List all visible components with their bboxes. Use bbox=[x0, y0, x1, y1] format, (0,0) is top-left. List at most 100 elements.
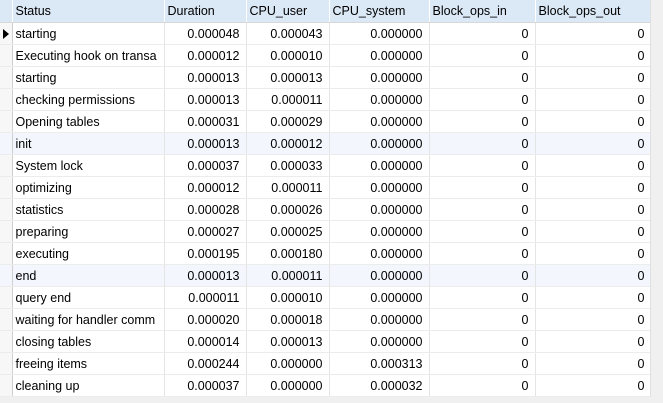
block-ops-out-cell[interactable]: 0 bbox=[535, 176, 652, 199]
column-header-duration[interactable]: Duration bbox=[164, 0, 247, 23]
cpu-system-cell[interactable]: 0.000000 bbox=[329, 22, 430, 45]
table-row[interactable]: Opening tables 0.000031 0.000029 0.000000 0 0 bbox=[0, 110, 652, 133]
duration-cell[interactable]: 0.000037 bbox=[164, 374, 247, 397]
cpu-user-cell[interactable]: 0.000025 bbox=[246, 220, 330, 243]
table-row[interactable]: end 0.000013 0.000011 0.000000 0 0 bbox=[0, 264, 652, 287]
block-ops-out-cell[interactable]: 0 bbox=[535, 374, 652, 397]
table-row[interactable]: checking permissions 0.000013 0.000011 0.00… bbox=[0, 88, 652, 111]
cpu-system-cell[interactable]: 0.000000 bbox=[329, 88, 430, 111]
cpu-system-cell[interactable]: 0.000000 bbox=[329, 242, 430, 265]
status-cell[interactable]: System lock bbox=[12, 154, 165, 177]
duration-cell[interactable]: 0.000011 bbox=[164, 286, 247, 309]
result-grid[interactable]: Status Duration CPU_user CPU_system Bloc… bbox=[0, 0, 663, 403]
cpu-user-cell[interactable]: 0.000010 bbox=[246, 44, 330, 67]
table-row[interactable]: executing 0.000195 0.000180 0.000000 0 0 bbox=[0, 242, 652, 265]
table-row[interactable]: closing tables 0.000014 0.000013 0.000000 0 0 bbox=[0, 330, 652, 353]
block-ops-out-cell[interactable]: 0 bbox=[535, 198, 652, 221]
duration-cell[interactable]: 0.000031 bbox=[164, 110, 247, 133]
cpu-user-cell[interactable]: 0.000011 bbox=[246, 264, 330, 287]
duration-cell[interactable]: 0.000012 bbox=[164, 176, 247, 199]
cpu-user-cell[interactable]: 0.000043 bbox=[246, 22, 330, 45]
row-selector[interactable] bbox=[0, 330, 13, 353]
block-ops-in-cell[interactable]: 0 bbox=[429, 286, 536, 309]
duration-cell[interactable]: 0.000027 bbox=[164, 220, 247, 243]
table-row[interactable]: Executing hook on transa 0.000012 0.000010… bbox=[0, 44, 652, 67]
block-ops-out-cell[interactable]: 0 bbox=[535, 330, 652, 353]
row-selector[interactable] bbox=[0, 242, 13, 265]
cpu-user-cell[interactable]: 0.000026 bbox=[246, 198, 330, 221]
block-ops-out-cell[interactable]: 0 bbox=[535, 66, 652, 89]
row-selector[interactable] bbox=[0, 286, 13, 309]
table-row[interactable]: statistics 0.000028 0.000026 0.000000 0 0 bbox=[0, 198, 652, 221]
block-ops-in-cell[interactable]: 0 bbox=[429, 66, 536, 89]
status-cell[interactable]: starting bbox=[12, 66, 165, 89]
block-ops-in-cell[interactable]: 0 bbox=[429, 110, 536, 133]
table-row[interactable]: query end 0.000011 0.000010 0.000000 0 0 bbox=[0, 286, 652, 309]
cpu-user-cell[interactable]: 0.000010 bbox=[246, 286, 330, 309]
cpu-system-cell[interactable]: 0.000313 bbox=[329, 352, 430, 375]
block-ops-in-cell[interactable]: 0 bbox=[429, 264, 536, 287]
block-ops-in-cell[interactable]: 0 bbox=[429, 198, 536, 221]
block-ops-out-cell[interactable]: 0 bbox=[535, 220, 652, 243]
table-row[interactable]: init 0.000013 0.000012 0.000000 0 0 bbox=[0, 132, 652, 155]
table-row[interactable]: waiting for handler comm 0.000020 0.000018… bbox=[0, 308, 652, 331]
table-row[interactable]: System lock 0.000037 0.000033 0.000000 0 0 bbox=[0, 154, 652, 177]
cpu-user-cell[interactable]: 0.000013 bbox=[246, 66, 330, 89]
status-cell[interactable]: freeing items bbox=[12, 352, 165, 375]
block-ops-in-cell[interactable]: 0 bbox=[429, 352, 536, 375]
column-header-block-ops-out[interactable]: Block_ops_out bbox=[535, 0, 652, 23]
duration-cell[interactable]: 0.000195 bbox=[164, 242, 247, 265]
row-selector[interactable] bbox=[0, 374, 13, 397]
cpu-system-cell[interactable]: 0.000000 bbox=[329, 110, 430, 133]
status-cell[interactable]: query end bbox=[12, 286, 165, 309]
table-row[interactable]: cleaning up 0.000037 0.000000 0.000032 0 0 bbox=[0, 374, 652, 397]
block-ops-in-cell[interactable]: 0 bbox=[429, 44, 536, 67]
duration-cell[interactable]: 0.000244 bbox=[164, 352, 247, 375]
cpu-user-cell[interactable]: 0.000018 bbox=[246, 308, 330, 331]
column-header-block-ops-in[interactable]: Block_ops_in bbox=[429, 0, 536, 23]
cpu-user-cell[interactable]: 0.000011 bbox=[246, 88, 330, 111]
block-ops-out-cell[interactable]: 0 bbox=[535, 154, 652, 177]
row-selector[interactable] bbox=[0, 176, 13, 199]
cpu-system-cell[interactable]: 0.000000 bbox=[329, 308, 430, 331]
status-cell[interactable]: checking permissions bbox=[12, 88, 165, 111]
row-selector-header[interactable] bbox=[0, 0, 13, 23]
cpu-system-cell[interactable]: 0.000000 bbox=[329, 66, 430, 89]
duration-cell[interactable]: 0.000014 bbox=[164, 330, 247, 353]
cpu-system-cell[interactable]: 0.000000 bbox=[329, 44, 430, 67]
duration-cell[interactable]: 0.000028 bbox=[164, 198, 247, 221]
cpu-user-cell[interactable]: 0.000011 bbox=[246, 176, 330, 199]
block-ops-in-cell[interactable]: 0 bbox=[429, 154, 536, 177]
cpu-system-cell[interactable]: 0.000000 bbox=[329, 286, 430, 309]
row-selector[interactable] bbox=[0, 198, 13, 221]
duration-cell[interactable]: 0.000013 bbox=[164, 88, 247, 111]
duration-cell[interactable]: 0.000020 bbox=[164, 308, 247, 331]
cpu-system-cell[interactable]: 0.000032 bbox=[329, 374, 430, 397]
duration-cell[interactable]: 0.000013 bbox=[164, 264, 247, 287]
status-cell[interactable]: optimizing bbox=[12, 176, 165, 199]
block-ops-in-cell[interactable]: 0 bbox=[429, 242, 536, 265]
cpu-system-cell[interactable]: 0.000000 bbox=[329, 198, 430, 221]
cpu-system-cell[interactable]: 0.000000 bbox=[329, 330, 430, 353]
cpu-system-cell[interactable]: 0.000000 bbox=[329, 176, 430, 199]
row-selector[interactable] bbox=[0, 88, 13, 111]
duration-cell[interactable]: 0.000048 bbox=[164, 22, 247, 45]
cpu-user-cell[interactable]: 0.000000 bbox=[246, 352, 330, 375]
block-ops-out-cell[interactable]: 0 bbox=[535, 286, 652, 309]
cpu-user-cell[interactable]: 0.000012 bbox=[246, 132, 330, 155]
duration-cell[interactable]: 0.000037 bbox=[164, 154, 247, 177]
vertical-scrollbar[interactable] bbox=[650, 0, 663, 403]
row-selector[interactable] bbox=[0, 44, 13, 67]
row-selector[interactable] bbox=[0, 22, 13, 45]
block-ops-out-cell[interactable]: 0 bbox=[535, 242, 652, 265]
row-selector[interactable] bbox=[0, 220, 13, 243]
block-ops-in-cell[interactable]: 0 bbox=[429, 330, 536, 353]
cpu-system-cell[interactable]: 0.000000 bbox=[329, 132, 430, 155]
row-selector[interactable] bbox=[0, 110, 13, 133]
status-cell[interactable]: Opening tables bbox=[12, 110, 165, 133]
status-cell[interactable]: preparing bbox=[12, 220, 165, 243]
row-selector[interactable] bbox=[0, 154, 13, 177]
block-ops-in-cell[interactable]: 0 bbox=[429, 132, 536, 155]
row-selector[interactable] bbox=[0, 132, 13, 155]
cpu-user-cell[interactable]: 0.000013 bbox=[246, 330, 330, 353]
